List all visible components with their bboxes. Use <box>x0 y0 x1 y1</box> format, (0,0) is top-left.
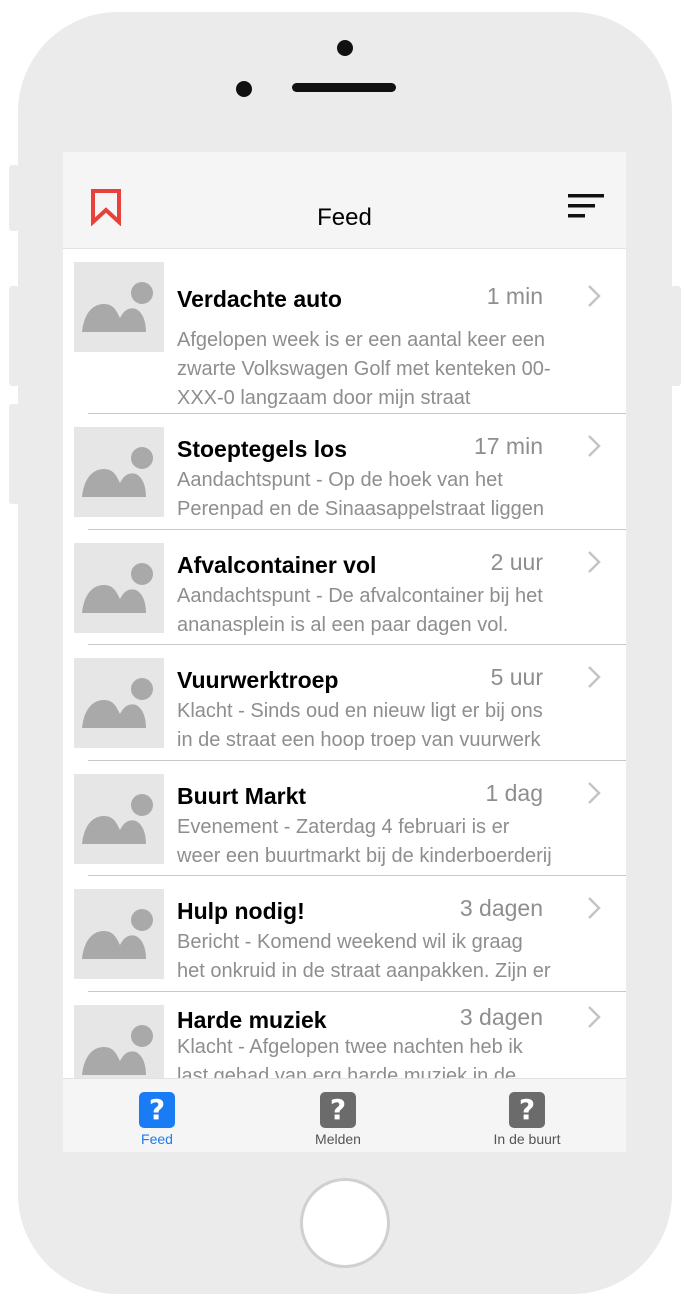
home-button[interactable] <box>300 1178 390 1268</box>
chevron-right-icon <box>587 665 601 694</box>
description-line: Klacht - Afgelopen twee nachten heb ik <box>177 1036 523 1058</box>
feed-item-description: Bericht - Komend weekend wil ik graag het… <box>177 928 605 986</box>
chevron-right-icon <box>587 550 601 579</box>
question-icon: ? <box>509 1092 545 1128</box>
volume-up-button <box>9 286 19 386</box>
chevron-right-icon <box>587 434 601 463</box>
feed-item[interactable]: Vuurwerktroep 5 uur Klacht - Sinds oud en … <box>63 645 626 761</box>
image-placeholder-icon <box>74 774 164 864</box>
feed-item-title: Harde muziek <box>177 1007 327 1033</box>
image-placeholder-icon <box>74 658 164 748</box>
volume-down-button <box>9 404 19 504</box>
description-line: Perenpad en de Sinaasappelstraat liggen <box>177 498 544 520</box>
tab-in-de-buurt[interactable]: ? In de buurt <box>467 1092 587 1147</box>
feed-item[interactable]: Verdachte auto 1 min Afgelopen week is er … <box>63 249 626 414</box>
earpiece-speaker <box>292 83 396 92</box>
feed-item-time: 3 dagen <box>459 895 543 921</box>
feed-item-title: Stoeptegels los <box>177 436 347 462</box>
feed-item-description: Klacht - Afgelopen twee nachten heb ik la… <box>177 1033 605 1078</box>
feed-item-time: 1 min <box>486 283 543 309</box>
question-icon: ? <box>139 1092 175 1128</box>
description-line: last gehad van erg harde muziek in de <box>177 1065 517 1078</box>
feed-item-description: Klacht - Sinds oud en nieuw ligt er bij … <box>177 697 605 755</box>
feed-item-description: Aandachtspunt - De afvalcontainer bij he… <box>177 582 605 640</box>
chevron-right-icon <box>587 781 601 810</box>
description-line: Aandachtspunt - De afvalcontainer bij he… <box>177 585 543 607</box>
chevron-right-icon <box>587 896 601 925</box>
tab-label: Feed <box>141 1131 173 1147</box>
feed-item-description: Afgelopen week is er een aantal keer een… <box>177 326 605 413</box>
front-camera <box>337 40 353 56</box>
chevron-right-icon <box>587 1005 601 1034</box>
feed-item[interactable]: Buurt Markt 1 dag Evenement - Zaterdag 4 f… <box>63 761 626 876</box>
feed-item-title: Afvalcontainer vol <box>177 552 377 578</box>
tab-feed[interactable]: ? Feed <box>97 1092 217 1147</box>
tab-label: Melden <box>315 1131 361 1147</box>
feed-item[interactable]: Afvalcontainer vol 2 uur Aandachtspunt - D… <box>63 530 626 645</box>
filter-lines-icon[interactable] <box>568 194 604 225</box>
tab-label: In de buurt <box>493 1131 561 1147</box>
feed-item-description: Evenement - Zaterdag 4 februari is er wee… <box>177 813 605 871</box>
description-line: Afgelopen week is er een aantal keer een <box>177 329 546 351</box>
mute-switch <box>9 165 19 231</box>
image-placeholder-icon <box>74 262 164 352</box>
feed-item-title: Vuurwerktroep <box>177 667 339 693</box>
feed-list: Verdachte auto 1 min Afgelopen week is er … <box>63 249 626 1078</box>
image-placeholder-icon <box>74 427 164 517</box>
description-line: weer een buurtmarkt bij de kinderboerder… <box>177 845 552 867</box>
tab-bar: ? Feed ? Melden ? In de buurt <box>63 1078 626 1152</box>
image-placeholder-icon <box>74 889 164 979</box>
navigation-bar: Feed <box>63 152 626 249</box>
description-line: zwarte Volkswagen Golf met kenteken 00- <box>177 358 551 380</box>
feed-item-time: 3 dagen <box>459 1004 543 1030</box>
page-title: Feed <box>317 204 372 231</box>
tab-melden[interactable]: ? Melden <box>278 1092 398 1147</box>
feed-item-title: Verdachte auto <box>177 286 342 312</box>
chevron-right-icon <box>587 284 601 313</box>
image-placeholder-icon <box>74 543 164 633</box>
feed-item-time: 2 uur <box>490 549 543 575</box>
app-screen: Feed Verdachte auto 1 min Afgelopen week i… <box>63 152 626 1152</box>
feed-item[interactable]: Stoeptegels los 17 min Aandachtspunt - Op … <box>63 414 626 530</box>
description-line: Bericht - Komend weekend wil ik graag <box>177 931 523 953</box>
feed-item-title: Buurt Markt <box>177 783 307 809</box>
power-button <box>671 286 681 386</box>
feed-item-title: Hulp nodig! <box>177 898 305 924</box>
feed-item-time: 17 min <box>473 433 543 459</box>
description-line: Klacht - Sinds oud en nieuw ligt er bij … <box>177 700 543 722</box>
image-placeholder-icon <box>74 1005 164 1078</box>
description-line: het onkruid in de straat aanpakken. Zijn… <box>177 960 551 982</box>
description-line: Evenement - Zaterdag 4 februari is er <box>177 816 510 838</box>
sensor <box>236 81 252 97</box>
feed-item[interactable]: Hulp nodig! 3 dagen Bericht - Komend weeke… <box>63 876 626 992</box>
description-line: XXX-0 langzaam door mijn straat <box>177 387 471 409</box>
feed-item-time: 5 uur <box>490 664 543 690</box>
feed-item[interactable]: Harde muziek 3 dagen Klacht - Afgelopen tw… <box>63 992 626 1078</box>
description-line: ananasplein is al een paar dagen vol. <box>177 614 509 636</box>
description-line: in de straat een hoop troep van vuurwerk <box>177 729 541 751</box>
feed-item-description: Aandachtspunt - Op de hoek van het Perenp… <box>177 466 605 524</box>
description-line: Aandachtspunt - Op de hoek van het <box>177 469 503 491</box>
feed-item-time: 1 dag <box>485 780 543 806</box>
question-icon: ? <box>320 1092 356 1128</box>
